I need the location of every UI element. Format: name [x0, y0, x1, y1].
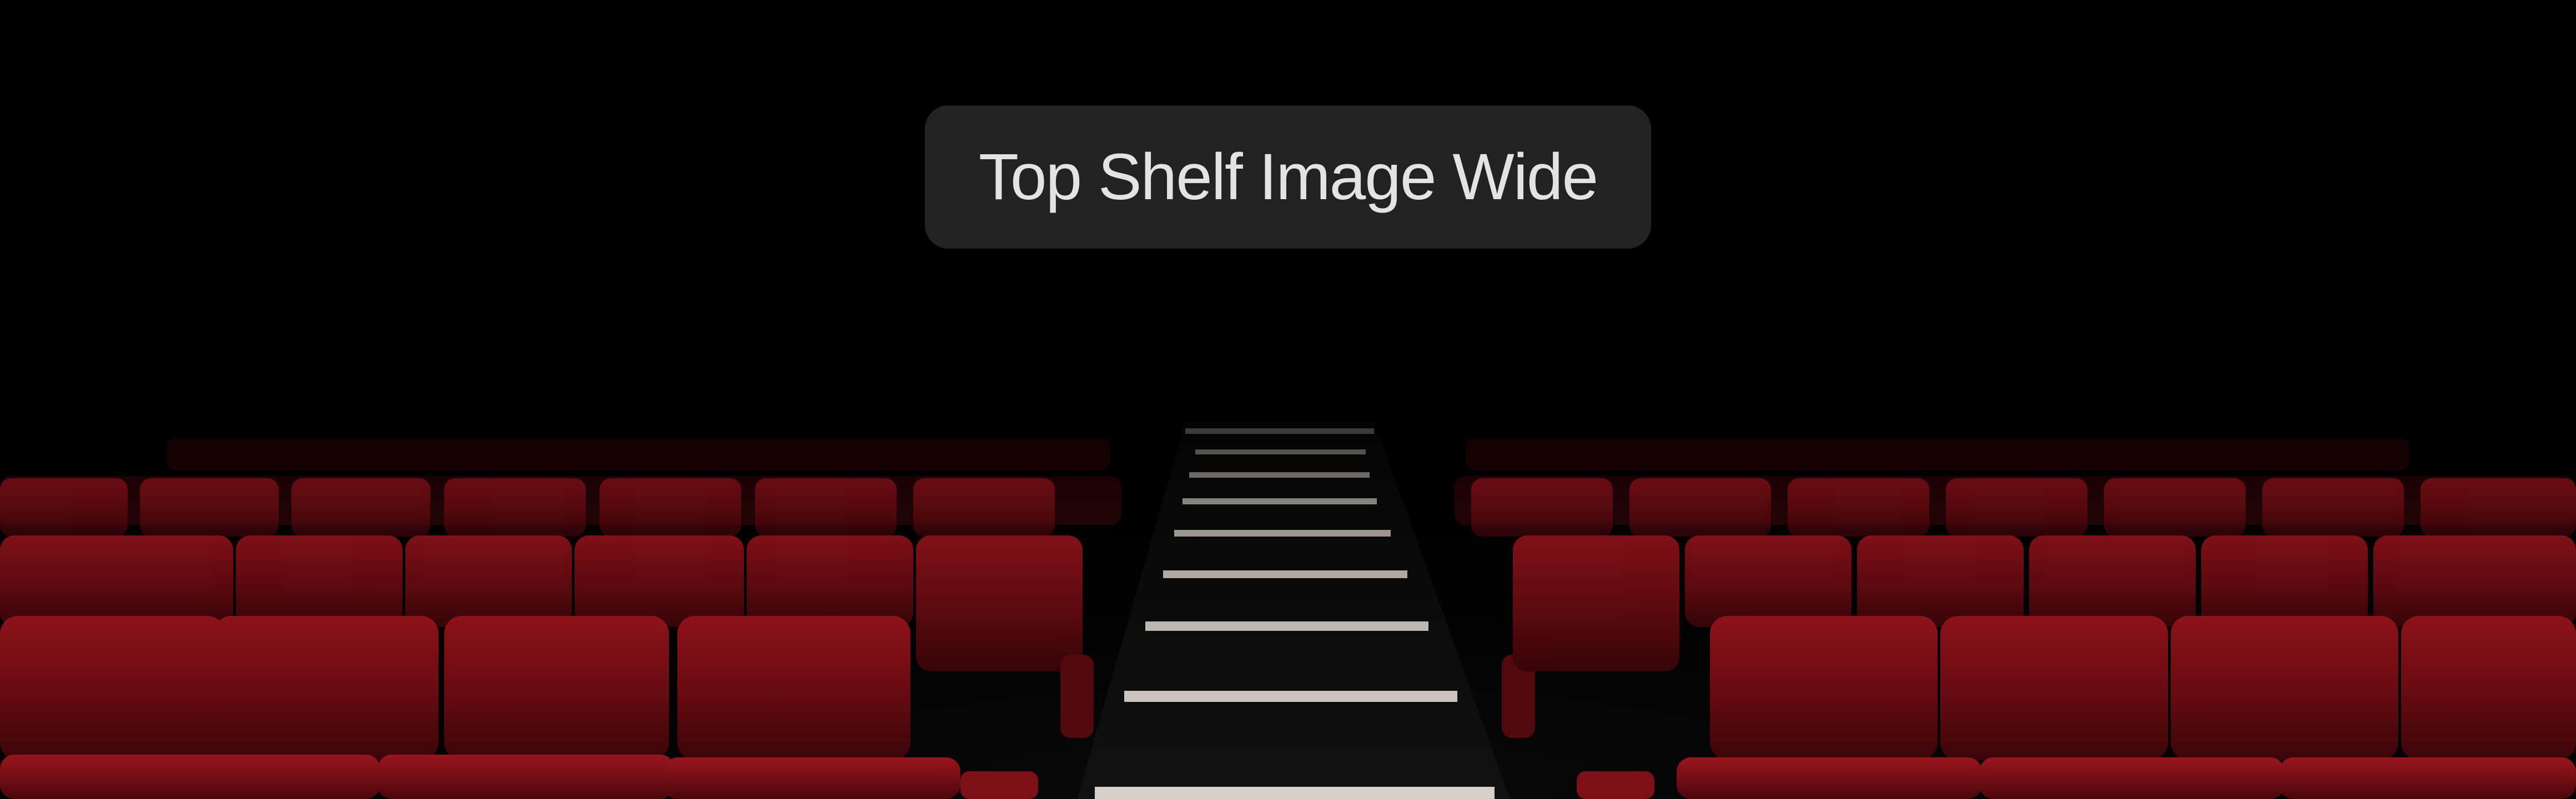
title-overlay: Top Shelf Image Wide — [925, 105, 1651, 249]
title-text: Top Shelf Image Wide — [978, 140, 1598, 214]
right-seat-row-front — [1577, 616, 2576, 799]
theater-photo: Top Shelf Image Wide — [0, 0, 2576, 799]
left-seat-row-front — [0, 616, 1038, 799]
